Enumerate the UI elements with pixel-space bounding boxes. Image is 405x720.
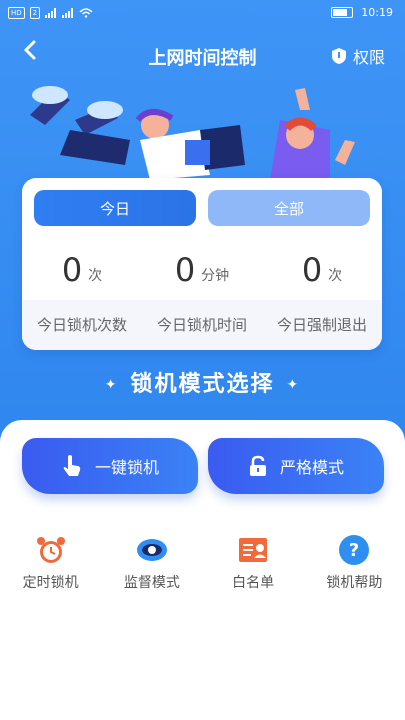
stat-value: 0 [61, 251, 83, 289]
signal-4g-icon [62, 8, 74, 18]
stat-unit: 分钟 [201, 268, 230, 284]
stats-row: 0 次 0 分钟 0 次 [22, 244, 382, 288]
wifi-icon [79, 8, 93, 18]
stat-value: 0 [174, 251, 196, 289]
stat-label-lock-count: 今日锁机次数 [36, 316, 127, 334]
stats-card: 今日 全部 0 次 0 分钟 0 次 今日锁机次数 今日锁机时间 今日强制退出 [22, 178, 382, 350]
stat-label-force-exit: 今日强制退出 [276, 316, 367, 334]
status-bar: HD 2 10:19 [0, 0, 405, 28]
help-icon: ? [338, 534, 370, 566]
hd-icon: HD [8, 7, 25, 19]
bottom-panel: 一键锁机 严格模式 定时锁机 监督模式 白名单 ? 锁机帮助 [0, 420, 405, 720]
svg-text:?: ? [349, 540, 359, 561]
tool-whitelist[interactable]: 白名单 [203, 534, 304, 592]
stat-lock-time: 0 分钟 [142, 244, 262, 288]
navigation-bar: 上网时间控制 权限 [0, 38, 405, 72]
stat-lock-count: 0 次 [22, 244, 142, 288]
sparkle-icon: ✦ [104, 377, 119, 393]
purple-person-figure [270, 88, 355, 180]
tool-label: 监督模式 [123, 575, 180, 591]
one-key-lock-label: 一键锁机 [94, 458, 159, 477]
person-laptop-figure [135, 109, 245, 180]
hand-pointer-icon [63, 455, 81, 476]
tool-supervise-mode[interactable]: 监督模式 [101, 534, 202, 592]
id-card-icon [237, 534, 269, 566]
alarm-clock-icon [35, 534, 67, 566]
hero-background: HD 2 10:19 上网时间控制 权限 今日 全部 0 次 0 分钟 0 次 … [0, 0, 405, 450]
strict-mode-label: 严格模式 [279, 458, 344, 477]
sim-icon: 2 [29, 7, 41, 19]
tool-label: 锁机帮助 [326, 575, 383, 591]
stat-label-lock-time: 今日锁机时间 [156, 316, 247, 334]
battery-icon [331, 7, 354, 18]
stat-value: 0 [301, 251, 323, 289]
lock-icon [249, 455, 266, 476]
sneakers-figure [30, 86, 130, 165]
header-illustration [30, 86, 355, 180]
permission-button[interactable]: 权限 [331, 44, 385, 68]
tool-timed-lock[interactable]: 定时锁机 [0, 534, 101, 592]
stat-unit: 次 [328, 268, 343, 284]
stat-unit: 次 [88, 268, 103, 284]
one-key-lock-button[interactable]: 一键锁机 [22, 438, 198, 494]
signal-icon [45, 8, 57, 18]
sparkle-icon: ✦ [286, 377, 301, 393]
tab-today[interactable]: 今日 [34, 190, 196, 226]
stats-labels: 今日锁机次数 今日锁机时间 今日强制退出 [22, 300, 382, 350]
mode-section-title: ✦ 锁机模式选择 ✦ [0, 366, 405, 398]
tool-label: 定时锁机 [22, 575, 79, 591]
shield-icon [331, 48, 346, 64]
strict-mode-button[interactable]: 严格模式 [208, 438, 384, 494]
eye-icon [136, 534, 168, 566]
status-time: 10:19 [361, 6, 393, 19]
tools-row: 定时锁机 监督模式 白名单 ? 锁机帮助 [0, 534, 405, 592]
permission-label: 权限 [352, 48, 385, 67]
tool-label: 白名单 [232, 575, 275, 591]
tool-lock-help[interactable]: ? 锁机帮助 [304, 534, 405, 592]
stat-force-exit: 0 次 [262, 244, 382, 288]
tab-all[interactable]: 全部 [208, 190, 370, 226]
mode-title-text: 锁机模式选择 [130, 372, 275, 397]
